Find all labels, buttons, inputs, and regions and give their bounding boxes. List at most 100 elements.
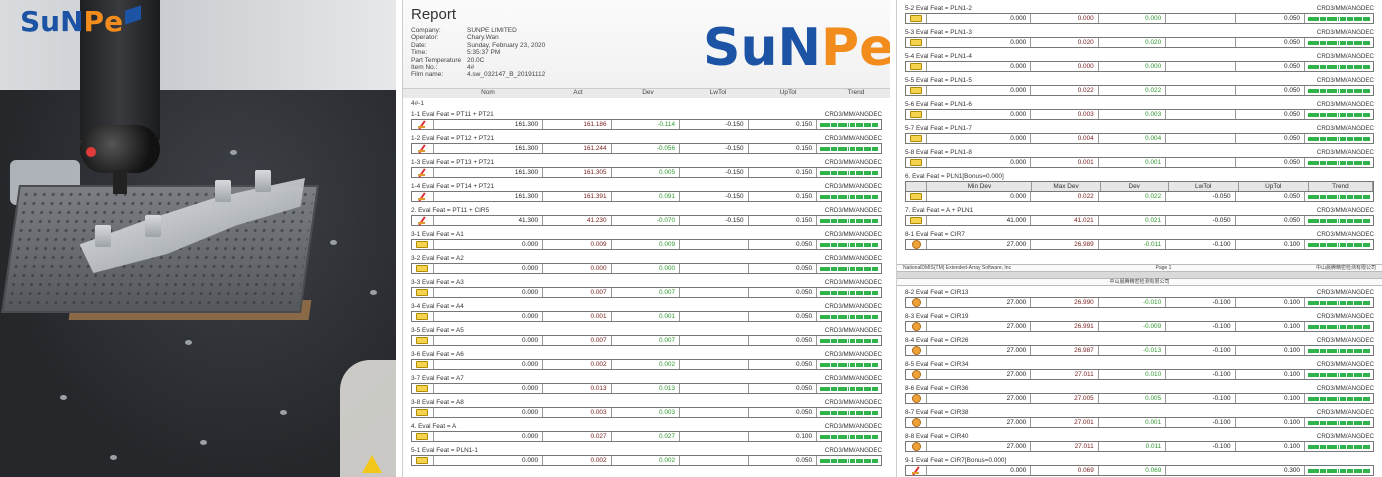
feature-name: 3-4 Eval Feat = A4 CRD3/MM/ANGDEC — [411, 301, 882, 311]
trend-segment — [1346, 396, 1354, 401]
trend-segment — [1327, 160, 1337, 165]
trend-segment — [850, 290, 856, 295]
trend-segment — [850, 194, 856, 199]
feature-id: 8-5 — [905, 361, 915, 368]
feature-icon-cell — [412, 288, 434, 297]
meta-row: Company: SUNPE LIMITED — [411, 27, 545, 34]
feature-values: 0.000 0.007 0.007 0.050 — [411, 335, 882, 346]
feature-list: 7. Eval Feat = A + PLN1 CRD3/MM/ANGDEC 41.… — [897, 205, 1382, 253]
trend-segment — [850, 170, 856, 175]
deviation-value: 0.005 — [1099, 394, 1167, 403]
column-header-lwtol: LwTol — [709, 89, 727, 96]
column-header-trend: Trend — [847, 89, 865, 96]
nominal-value: 27.000 — [927, 394, 1032, 403]
feature-values: 0.000 0.069 0.069 0.300 — [905, 465, 1374, 476]
trend-segment — [1337, 16, 1340, 21]
meta-row: Operator: Chary.Wan — [411, 34, 545, 41]
meta-value: SUNPE LIMITED — [467, 27, 517, 34]
actual-value: 27.011 — [1031, 442, 1099, 451]
feature-label: 3-1 Eval Feat = A1 — [411, 231, 464, 239]
trend-segment — [1307, 64, 1319, 69]
trend-bar — [1305, 158, 1373, 167]
feature-definition: Eval Feat = PLN1-1 — [422, 447, 478, 454]
trend-segment — [838, 434, 847, 439]
upper-tolerance: 0.100 — [1236, 394, 1305, 403]
upper-tolerance: 0.100 — [1236, 240, 1305, 249]
feature-icon-cell — [412, 216, 434, 225]
trend-segment — [871, 122, 879, 127]
lower-tolerance — [680, 240, 749, 249]
actual-value: 0.003 — [543, 408, 612, 417]
actual-value: 27.001 — [1031, 418, 1099, 427]
trend-segment — [1337, 218, 1340, 223]
feature-values: 0.000 0.009 0.009 0.050 — [411, 239, 882, 250]
trend-segment — [1327, 194, 1337, 199]
feature-values: 161.300 161.244 -0.056 -0.150 0.150 — [411, 143, 882, 154]
feature-definition: Eval Feat = PT11 + PT21 — [422, 111, 494, 118]
upper-tolerance: 0.300 — [1166, 466, 1305, 475]
feature-definition: Eval Feat = PLN1-6 — [916, 101, 972, 108]
nominal-value: 27.000 — [927, 346, 1032, 355]
lower-tolerance — [1166, 134, 1236, 143]
lower-tolerance — [680, 432, 749, 441]
logo-text-orange: Pe — [821, 18, 890, 78]
trend-segment — [850, 314, 856, 319]
coordinate-system: CRD3/MM/ANGDEC — [1316, 409, 1374, 416]
feature-name: 8-6 Eval Feat = CIR36 CRD3/MM/ANGDEC — [905, 383, 1374, 393]
trend-segment — [1346, 194, 1354, 199]
upper-tolerance: 0.050 — [1236, 110, 1305, 119]
upper-tolerance: 0.150 — [749, 216, 818, 225]
feature-label: 8-7 Eval Feat = CIR38 — [905, 409, 968, 417]
trend-bar — [817, 144, 881, 153]
lower-tolerance — [680, 384, 749, 393]
feature-id: 3-6 — [411, 351, 421, 358]
table-insert — [60, 395, 67, 400]
logo-cube-icon — [125, 5, 142, 25]
trend-segment — [1346, 136, 1354, 141]
trend-segment — [863, 170, 871, 175]
feature-label: 1-2 Eval Feat = PT12 + PT21 — [411, 135, 494, 143]
feature-row: 8-5 Eval Feat = CIR34 CRD3/MM/ANGDEC 27.00… — [905, 359, 1374, 383]
nominal-value: 27.000 — [927, 370, 1032, 379]
flatness-column: UpTol — [1239, 182, 1309, 191]
logo-text-blue: SuN — [703, 18, 821, 78]
coordinate-system: CRD3/MM/ANGDEC — [1316, 361, 1374, 368]
deviation-value: 0.020 — [1099, 38, 1167, 47]
actual-value: 0.000 — [1031, 62, 1099, 71]
trend-segment — [1354, 300, 1363, 305]
deviation-value: -0.009 — [1099, 322, 1167, 331]
feature-values: 0.000 0.020 0.020 0.050 — [905, 37, 1374, 48]
coordinate-system: CRD3/MM/ANGDEC — [824, 375, 882, 382]
trend-segment — [1363, 160, 1370, 165]
trend-bar — [1305, 442, 1373, 451]
trend-segment — [1354, 444, 1363, 449]
trend-segment — [820, 266, 830, 271]
trend-segment — [1363, 324, 1370, 329]
circle-icon — [911, 346, 921, 355]
trend-segment — [850, 242, 856, 247]
feature-label: 8-5 Eval Feat = CIR34 — [905, 361, 968, 369]
actual-value: 0.002 — [543, 456, 612, 465]
flatness-feature: 6. Eval Feat = PLN1[Bonus=0.000] Min Dev… — [905, 171, 1374, 205]
feature-name: 2. Eval Feat = PT11 + CIR5 CRD3/MM/ANGDEC — [411, 205, 882, 215]
actual-value: 0.000 — [543, 264, 612, 273]
trend-segment — [1346, 300, 1354, 305]
feature-name: 1-3 Eval Feat = PT13 + PT21 CRD3/MM/ANGDE… — [411, 157, 882, 167]
coordinate-system: CRD3/MM/ANGDEC — [824, 183, 882, 190]
trend-segment — [1340, 300, 1346, 305]
trend-segment — [847, 362, 850, 367]
trend-segment — [1363, 348, 1370, 353]
deviation-value: 0.021 — [1099, 216, 1167, 225]
trend-segment — [1319, 468, 1327, 473]
feature-icon-cell — [906, 466, 928, 475]
trend-segment — [1307, 348, 1319, 353]
feature-row: 5-4 Eval Feat = PLN1-4 CRD3/MM/ANGDEC 0.00… — [905, 51, 1374, 75]
feature-name: 6. Eval Feat = PLN1[Bonus=0.000] — [905, 173, 1004, 180]
trend-segment — [1337, 468, 1340, 473]
feature-label: 5-7 Eval Feat = PLN1-7 — [905, 125, 972, 133]
nominal-value: 0.000 — [434, 336, 544, 345]
deviation-value: 0.002 — [612, 456, 681, 465]
trend-segment — [1354, 40, 1363, 45]
nominal-value: 0.000 — [434, 456, 544, 465]
trend-segment — [1340, 420, 1346, 425]
